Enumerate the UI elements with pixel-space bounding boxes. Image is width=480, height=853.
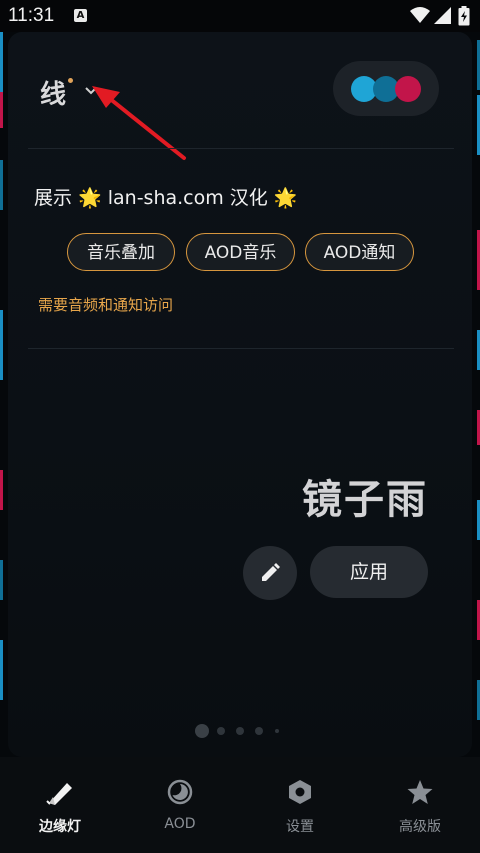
signal-icon [434,7,451,24]
nav-label: 设置 [286,819,314,835]
apply-button[interactable]: 应用 [310,546,428,598]
red-arrow-icon [92,86,186,160]
divider [28,148,454,149]
settings-hex-icon [289,780,311,804]
wifi-icon [410,7,430,23]
page-dot [275,729,279,733]
star-icon [407,780,433,804]
edit-button[interactable] [243,546,297,600]
preview-panel [8,32,472,757]
chip-music-overlay[interactable]: 音乐叠加 [67,233,175,271]
preset-name: 镜子雨 [302,477,428,523]
nav-item-edge-light[interactable]: 边缘灯 [0,757,120,853]
page-dot-active [195,724,209,738]
color-dot-3 [395,76,421,102]
status-bar: 11:31 A [0,0,480,32]
battery-charging-icon [458,6,470,26]
a-badge-icon: A [74,9,87,22]
nav-item-premium[interactable]: 高级版 [360,757,480,853]
pencil-icon [262,563,280,581]
color-selector[interactable] [333,61,439,116]
page-dot [217,727,225,735]
chip-aod-notification[interactable]: AOD通知 [305,233,414,271]
indicator-dot [68,78,73,83]
page-dot [255,727,263,735]
nav-item-settings[interactable]: 设置 [240,757,360,853]
nav-item-aod[interactable]: AOD [120,757,240,853]
page-dot [236,727,244,735]
bottom-navigation: 边缘灯 AOD 设置 高级版 [0,757,480,853]
nav-label: AOD [164,816,196,832]
nav-label: 高级版 [399,819,441,835]
edge-light-icon [46,783,72,805]
aod-icon [167,779,193,805]
permission-note[interactable]: 需要音频和通知访问 [38,294,173,315]
nav-label: 边缘灯 [39,819,81,835]
chip-aod-music[interactable]: AOD音乐 [186,233,295,271]
style-title[interactable]: 线 [40,74,66,111]
divider [28,348,454,349]
demo-text: 展示 🌟 lan-sha.com 汉化 🌟 [34,187,298,209]
status-time: 11:31 [8,5,55,26]
